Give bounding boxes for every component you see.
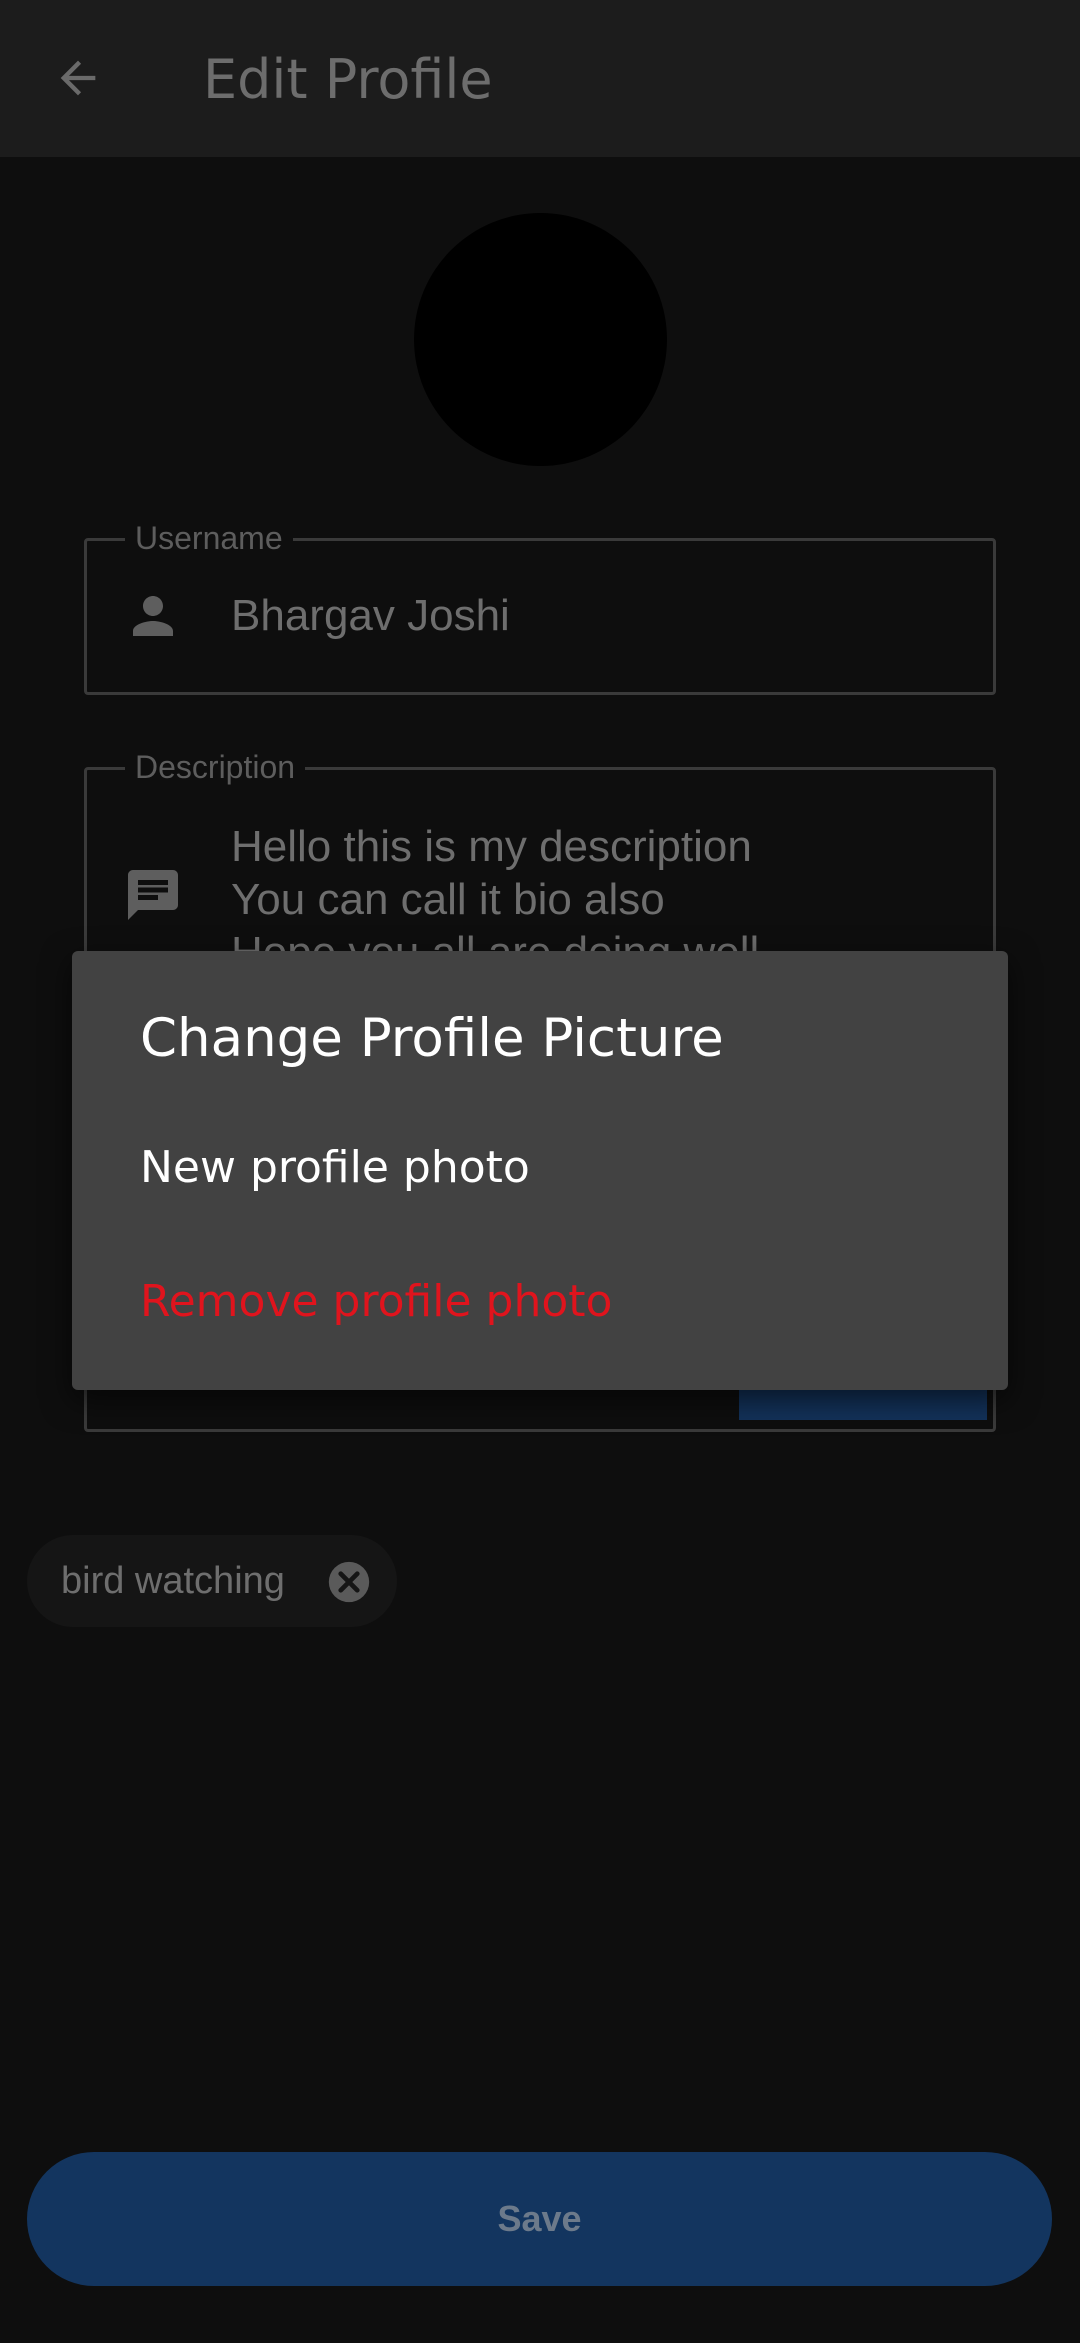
person-icon [133, 596, 173, 636]
message-icon [128, 870, 178, 920]
page-title: Edit Profile [203, 48, 493, 111]
new-photo-option[interactable]: New profile photo [140, 1141, 530, 1195]
description-line: You can call it bio also [231, 875, 665, 924]
username-label: Username [125, 519, 293, 557]
interest-chip[interactable]: bird watching [27, 1535, 397, 1627]
description-label: Description [125, 748, 306, 786]
dialog-title: Change Profile Picture [140, 1008, 724, 1069]
app-bar: Edit Profile [0, 0, 1080, 157]
arrow-back-icon [60, 60, 96, 96]
description-line: Hello this is my description [231, 822, 752, 871]
username-field[interactable]: Username Bhargav Joshi [84, 519, 996, 695]
change-picture-dialog: Change Profile Picture New profile photo… [72, 951, 1008, 1390]
avatar[interactable] [414, 213, 667, 466]
username-value[interactable]: Bhargav Joshi [231, 589, 510, 642]
back-button[interactable] [40, 40, 116, 116]
close-circle-icon[interactable] [327, 1560, 371, 1604]
chip-label: bird watching [61, 1560, 285, 1602]
remove-photo-option[interactable]: Remove profile photo [140, 1275, 612, 1329]
save-button[interactable]: Save [27, 2152, 1052, 2286]
